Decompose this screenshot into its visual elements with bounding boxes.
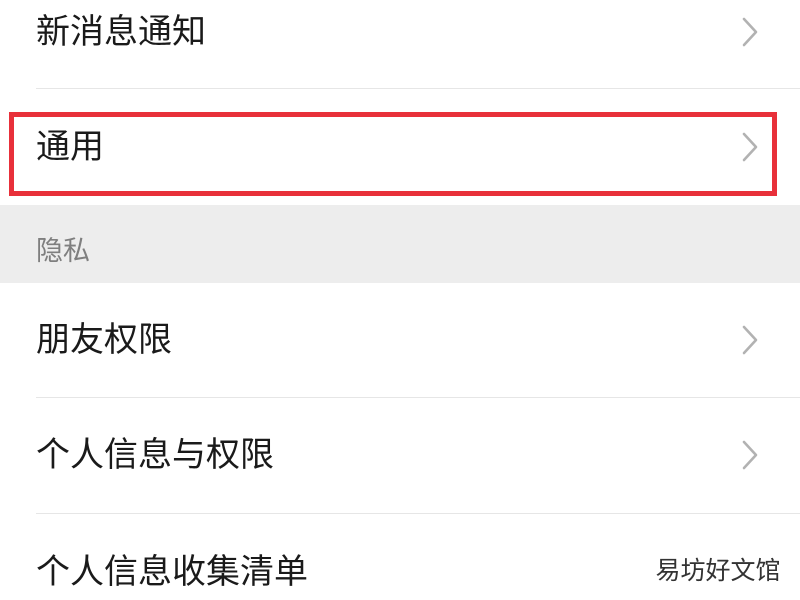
section-title-privacy: 隐私 [36, 236, 90, 267]
chevron-right-icon [742, 325, 758, 355]
settings-screen: 新消息通知 通用 隐私 朋友权限 个人信息与权限 个人信息收集清单 易坊好文馆 [0, 0, 800, 600]
settings-item-new-message-notification[interactable]: 新消息通知 [0, 0, 800, 88]
settings-item-label: 新消息通知 [36, 12, 206, 52]
settings-item-personal-info-permissions[interactable]: 个人信息与权限 [0, 398, 800, 514]
settings-item-label: 朋友权限 [36, 320, 172, 360]
watermark: 易坊好文馆 [653, 552, 783, 590]
settings-item-general[interactable]: 通用 [0, 89, 800, 205]
settings-item-label: 个人信息与权限 [36, 435, 274, 475]
section-header-privacy [0, 205, 800, 283]
chevron-right-icon [742, 440, 758, 470]
settings-item-label: 通用 [36, 127, 104, 167]
settings-item-label: 个人信息收集清单 [36, 552, 308, 592]
settings-item-friend-permissions[interactable]: 朋友权限 [0, 283, 800, 399]
chevron-right-icon [742, 17, 758, 47]
chevron-right-icon [742, 132, 758, 162]
